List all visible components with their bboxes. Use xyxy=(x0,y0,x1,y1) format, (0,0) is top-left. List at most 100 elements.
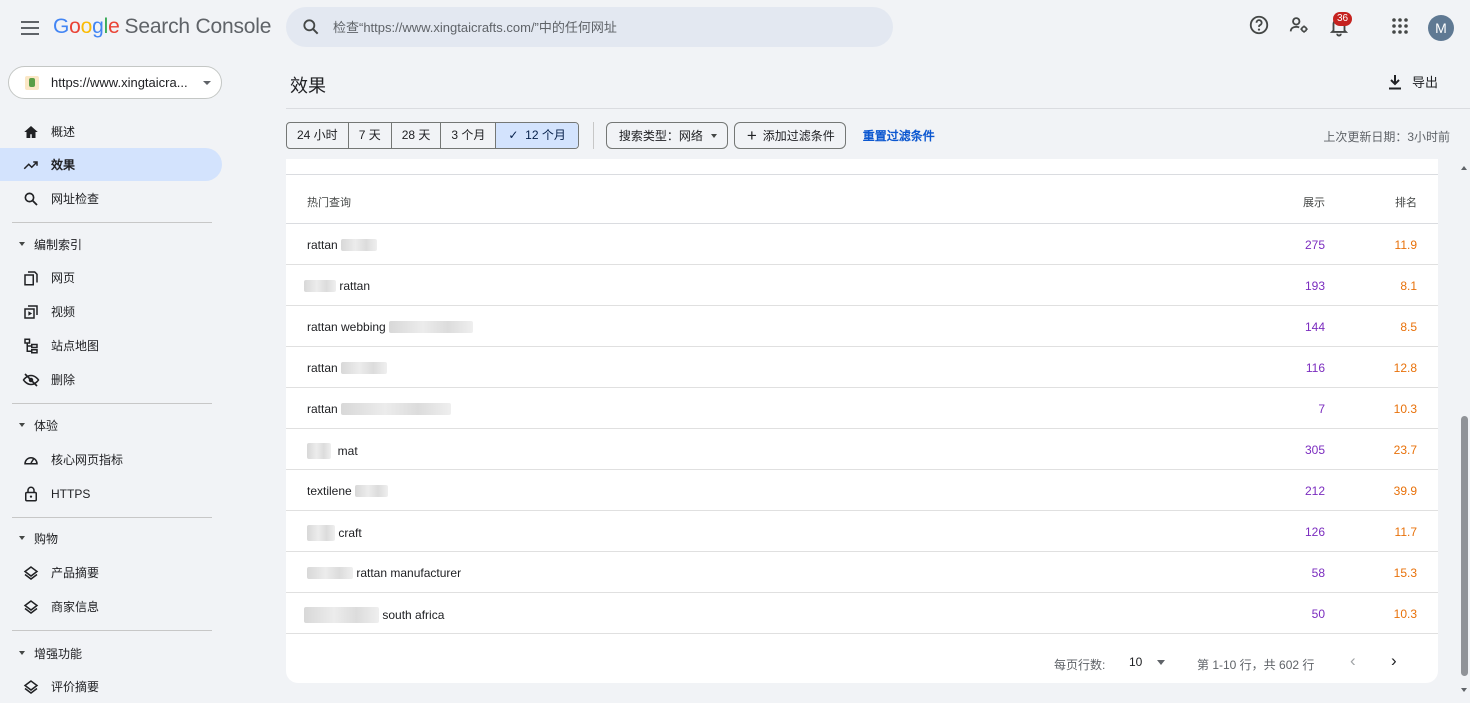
date-range-24h[interactable]: 24 小时 xyxy=(287,123,349,148)
url-inspection-search[interactable] xyxy=(286,7,893,47)
scroll-down-arrow[interactable] xyxy=(1461,688,1467,692)
download-icon xyxy=(1389,74,1401,89)
trending-up-icon xyxy=(23,160,38,169)
home-icon xyxy=(24,125,38,138)
sidebar-item-performance[interactable]: 效果 xyxy=(0,148,222,181)
sidebar-item-core-web-vitals[interactable]: 核心网页指标 xyxy=(0,443,222,476)
section-experience[interactable]: 体验 xyxy=(0,411,222,439)
redacted-text xyxy=(307,567,353,579)
table-row[interactable]: south africa 50 10.3 xyxy=(286,593,1438,634)
caret-down-icon xyxy=(19,651,25,655)
product-name: Search Console xyxy=(124,15,272,38)
section-enhancements[interactable]: 增强功能 xyxy=(0,639,222,667)
table-row[interactable]: rattan webbing 144 8.5 xyxy=(286,306,1438,347)
impressions-cell: 126 xyxy=(1304,525,1325,539)
sitemap-icon xyxy=(24,338,38,353)
impressions-cell: 193 xyxy=(1304,279,1325,293)
table-row[interactable]: rattan 7 10.3 xyxy=(286,388,1438,429)
diamond-icon xyxy=(23,599,39,614)
app-logo[interactable]: Google Search Console xyxy=(53,15,271,39)
date-range-12m[interactable]: ✓ 12 个月 xyxy=(496,123,578,148)
property-url: https://www.xingtaicra... xyxy=(51,75,188,90)
menu-icon[interactable] xyxy=(18,16,42,40)
impressions-cell: 144 xyxy=(1304,320,1325,334)
caret-down-icon[interactable] xyxy=(1157,660,1165,665)
scroll-up-arrow[interactable] xyxy=(1461,166,1467,170)
add-filter-button[interactable]: + 添加过滤条件 xyxy=(733,122,846,149)
check-icon: ✓ xyxy=(508,128,519,142)
table-row[interactable]: textilene 212 39.9 xyxy=(286,470,1438,511)
sidebar-item-pages[interactable]: 网页 xyxy=(0,261,222,294)
table-row[interactable]: mat 305 23.7 xyxy=(286,429,1438,470)
redacted-text xyxy=(341,403,452,415)
site-favicon-icon xyxy=(25,75,39,90)
date-range-3m[interactable]: 3 个月 xyxy=(441,123,497,148)
scrollbar-thumb[interactable] xyxy=(1461,416,1468,676)
redacted-text xyxy=(341,362,388,374)
filter-bar: 24 小时 7 天 28 天 3 个月 ✓ 12 个月 搜索类型：网络 + 添加过… xyxy=(286,122,935,149)
impressions-cell: 7 xyxy=(1318,402,1325,416)
lock-icon xyxy=(25,486,37,501)
sidebar-item-review-snippets[interactable]: 评价摘要 xyxy=(0,670,222,703)
next-page-button[interactable]: › xyxy=(1391,651,1397,671)
impressions-cell: 116 xyxy=(1305,361,1325,375)
page-range: 第 1-10 行，共 602 行 xyxy=(1197,658,1315,672)
query-cell: textilene xyxy=(307,484,389,498)
help-icon[interactable] xyxy=(1248,14,1270,36)
plus-icon: + xyxy=(746,126,757,145)
column-header-query[interactable]: 热门查询 xyxy=(307,194,351,210)
query-cell: mat xyxy=(307,443,358,459)
sidebar-item-https[interactable]: HTTPS xyxy=(0,477,222,510)
table-row[interactable]: rattan manufacturer 58 15.3 xyxy=(286,552,1438,593)
position-cell: 23.7 xyxy=(1393,443,1417,457)
table-row[interactable]: rattan 275 11.9 xyxy=(286,224,1438,265)
table-row[interactable]: craft 126 11.7 xyxy=(286,511,1438,552)
sidebar: https://www.xingtaicra... 概述 效果 网址检查 编制索… xyxy=(0,56,232,697)
date-range-selector: 24 小时 7 天 28 天 3 个月 ✓ 12 个月 xyxy=(286,122,579,149)
section-shopping[interactable]: 购物 xyxy=(0,524,222,552)
page-scrollbar[interactable] xyxy=(1459,160,1470,697)
position-cell: 8.1 xyxy=(1400,279,1417,293)
reset-filters-link[interactable]: 重置过滤条件 xyxy=(863,127,935,144)
column-header-position[interactable]: 排名 xyxy=(1395,194,1417,210)
redacted-text xyxy=(389,321,474,333)
rows-per-page-select[interactable]: 10 xyxy=(1129,655,1142,669)
query-cell: craft xyxy=(307,525,362,541)
manage-users-icon[interactable] xyxy=(1288,14,1310,36)
video-icon xyxy=(24,304,38,319)
speed-icon xyxy=(24,456,38,464)
date-range-7d[interactable]: 7 天 xyxy=(349,123,392,148)
caret-down-icon xyxy=(19,242,25,246)
divider xyxy=(12,517,212,518)
sidebar-item-merchant-listings[interactable]: 商家信息 xyxy=(0,590,222,623)
table-row[interactable]: rattan 116 12.8 xyxy=(286,347,1438,388)
apps-icon[interactable] xyxy=(1391,17,1409,35)
table-row[interactable]: rattan 193 8.1 xyxy=(286,265,1438,306)
date-range-28d[interactable]: 28 天 xyxy=(392,123,442,148)
position-cell: 8.5 xyxy=(1400,320,1417,334)
caret-down-icon xyxy=(710,133,717,138)
section-indexing[interactable]: 编制索引 xyxy=(0,230,222,258)
previous-page-button[interactable]: ‹ xyxy=(1350,651,1356,671)
sidebar-item-url-inspection[interactable]: 网址检查 xyxy=(0,182,222,215)
sidebar-item-overview[interactable]: 概述 xyxy=(0,115,222,148)
divider xyxy=(286,108,1470,109)
redacted-text xyxy=(304,607,379,623)
caret-down-icon xyxy=(19,423,25,427)
sidebar-item-videos[interactable]: 视频 xyxy=(0,295,222,328)
property-selector[interactable]: https://www.xingtaicra... xyxy=(8,66,222,99)
sidebar-item-removals[interactable]: 删除 xyxy=(0,363,222,396)
impressions-cell: 212 xyxy=(1304,484,1325,498)
search-icon xyxy=(303,19,319,35)
position-cell: 10.3 xyxy=(1393,402,1417,416)
avatar[interactable]: M xyxy=(1428,15,1454,41)
sidebar-item-sitemaps[interactable]: 站点地图 xyxy=(0,329,222,362)
sidebar-item-product-snippets[interactable]: 产品摘要 xyxy=(0,556,222,589)
impressions-cell: 275 xyxy=(1304,238,1325,252)
table-header: 热门查询 展示 排名 xyxy=(286,176,1438,224)
search-input[interactable] xyxy=(333,19,853,35)
search-type-filter[interactable]: 搜索类型：网络 xyxy=(605,122,728,149)
export-button[interactable]: 导出 xyxy=(1388,72,1438,91)
column-header-impressions[interactable]: 展示 xyxy=(1303,194,1325,210)
query-cell: rattan xyxy=(307,238,378,252)
